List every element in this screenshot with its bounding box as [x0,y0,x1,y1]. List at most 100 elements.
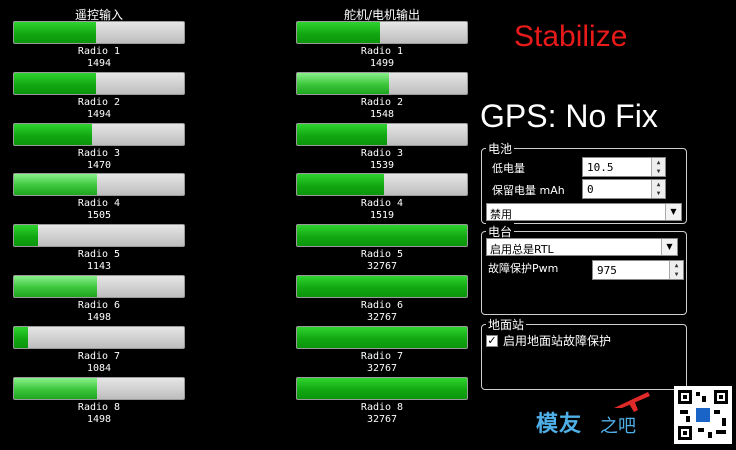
radio-in-bar-fill [14,174,98,196]
servo-out-bar-fill [297,22,381,43]
servo-out-channel-label: Radio 8 [360,401,404,413]
servo-out-bar [296,224,468,248]
radio-in-bar [13,224,185,248]
gcs-group-title: 地面站 [486,316,527,333]
battery-action-value: 禁用 [490,208,512,221]
servo-out-channel-value: 1519 [369,210,395,222]
radio-in-bar-fill [14,22,96,43]
servo-out-bar [296,122,468,146]
radio-in-channel-label: Radio 2 [77,96,121,108]
airplane-icon [614,392,650,412]
servo-out-bar [296,21,468,44]
servo-out-channel-label: Radio 6 [360,300,404,311]
qr-code-image [674,386,732,444]
failsafe-pwm-value: 975 [597,264,617,277]
servo-out-channel-4: Radio 4 1519 [296,173,468,222]
low-battery-value: 10.5 [587,161,614,174]
servo-out-bar [296,275,468,298]
reserve-mah-value: 0 [587,183,594,196]
reserve-mah-stepper[interactable]: ▲ ▼ [651,180,665,198]
failsafe-pwm-input[interactable]: 975 ▲ ▼ [592,260,684,280]
servo-out-channel-label: Radio 4 [360,198,404,210]
spin-down-icon[interactable]: ▼ [652,167,665,176]
low-battery-input[interactable]: 10.5 ▲ ▼ [582,157,666,177]
chevron-down-icon[interactable]: ▼ [661,239,677,255]
radio-in-channel-value: 1084 [86,362,112,374]
radio-in-channel-6: Radio 6 1498 [13,275,185,324]
servo-out-channel-value: 1499 [369,58,395,69]
flight-mode-label: Stabilize [514,20,628,53]
servo-out-bar-fill [297,225,467,247]
servo-out-channel-value: 1548 [369,108,395,120]
servo-out-bar-fill [297,72,389,94]
radio-in-channel-label: Radio 5 [77,249,121,261]
spin-down-icon[interactable]: ▼ [670,270,683,279]
radio-in-channel-label: Radio 6 [77,300,121,311]
radio-in-channel-label: Radio 1 [77,46,121,57]
watermark-brand: 模友 [536,412,583,437]
radio-in-channel-1: Radio 1 1494 [13,21,185,70]
radio-in-bar [13,275,185,298]
radio-in-channel-value: 1470 [86,159,112,171]
watermark-logo: 模友 之吧 [536,388,656,444]
servo-out-channel-value: 1539 [369,159,395,171]
radio-in-channel-3: Radio 3 1470 [13,122,185,172]
radio-in-channel-value: 1498 [86,413,112,425]
reserve-mah-label: 保留电量 mAh [492,184,565,197]
radio-in-bar [13,173,185,197]
radio-in-bar [13,21,185,44]
radio-in-channel-value: 1143 [86,261,112,273]
servo-out-channel-label: Radio 1 [360,46,404,57]
servo-out-channel-8: Radio 8 32767 [296,376,468,426]
gcs-failsafe-checkbox-row[interactable]: ✓ 启用地面站故障保护 [486,332,611,349]
radio-in-bar [13,376,185,400]
radio-in-channel-2: Radio 2 1494 [13,71,185,121]
watermark-suffix: 之吧 [600,416,636,437]
servo-out-channel-6: Radio 6 32767 [296,275,468,324]
gcs-failsafe-checkbox-label: 启用地面站故障保护 [503,334,612,348]
low-battery-stepper[interactable]: ▲ ▼ [651,158,665,176]
servo-out-bar-fill [297,326,467,348]
spin-up-icon[interactable]: ▲ [670,261,683,270]
servo-out-channel-label: Radio 7 [360,350,404,362]
servo-out-bar-fill [297,123,388,145]
radio-failsafe-select[interactable]: 启用总是RTL ▼ [486,238,678,256]
failsafe-pwm-stepper[interactable]: ▲ ▼ [669,261,683,279]
reserve-mah-input[interactable]: 0 ▲ ▼ [582,179,666,199]
radio-in-bar-fill [14,123,93,145]
radio-in-channel-label: Radio 4 [77,198,121,210]
failsafe-pwm-label: 故障保护Pwm [488,262,559,275]
spin-up-icon[interactable]: ▲ [652,180,665,189]
radio-in-channel-4: Radio 4 1505 [13,173,185,222]
servo-out-channel-label: Radio 3 [360,147,404,159]
servo-out-bar-fill [297,276,467,297]
servo-out-channel-value: 32767 [366,312,398,323]
radio-in-channel-value: 1494 [86,108,112,120]
servo-out-bar [296,173,468,197]
servo-out-channel-value: 32767 [366,413,398,425]
spin-up-icon[interactable]: ▲ [652,158,665,167]
chevron-down-icon[interactable]: ▼ [665,204,681,220]
radio-in-channel-7: Radio 7 1084 [13,325,185,375]
gcs-failsafe-group: 地面站 ✓ 启用地面站故障保护 [481,316,687,390]
battery-group: 电池 低电量 10.5 ▲ ▼ 保留电量 mAh 0 ▲ ▼ 禁用 ▼ [481,140,687,224]
radio-in-channel-label: Radio 7 [77,350,121,362]
low-battery-label: 低电量 [492,162,525,175]
gps-status-label: GPS: No Fix [480,98,658,134]
spin-down-icon[interactable]: ▼ [652,189,665,198]
servo-out-channel-value: 32767 [366,261,398,273]
servo-out-channel-3: Radio 3 1539 [296,122,468,172]
radio-in-bar [13,71,185,95]
servo-out-bar [296,71,468,95]
servo-out-bar [296,325,468,349]
servo-out-bar-fill [297,377,467,399]
radio-in-channel-label: Radio 8 [77,401,121,413]
battery-action-select[interactable]: 禁用 ▼ [486,203,682,221]
radio-failsafe-group: 电台 启用总是RTL ▼ 故障保护Pwm 975 ▲ ▼ [481,223,687,315]
radio-in-bar-fill [14,326,28,348]
servo-out-channel-7: Radio 7 32767 [296,325,468,375]
radio-in-bar [13,325,185,349]
gcs-failsafe-checkbox[interactable]: ✓ [486,334,498,347]
radio-in-channel-5: Radio 5 1143 [13,224,185,273]
radio-in-bar-fill [14,72,96,94]
